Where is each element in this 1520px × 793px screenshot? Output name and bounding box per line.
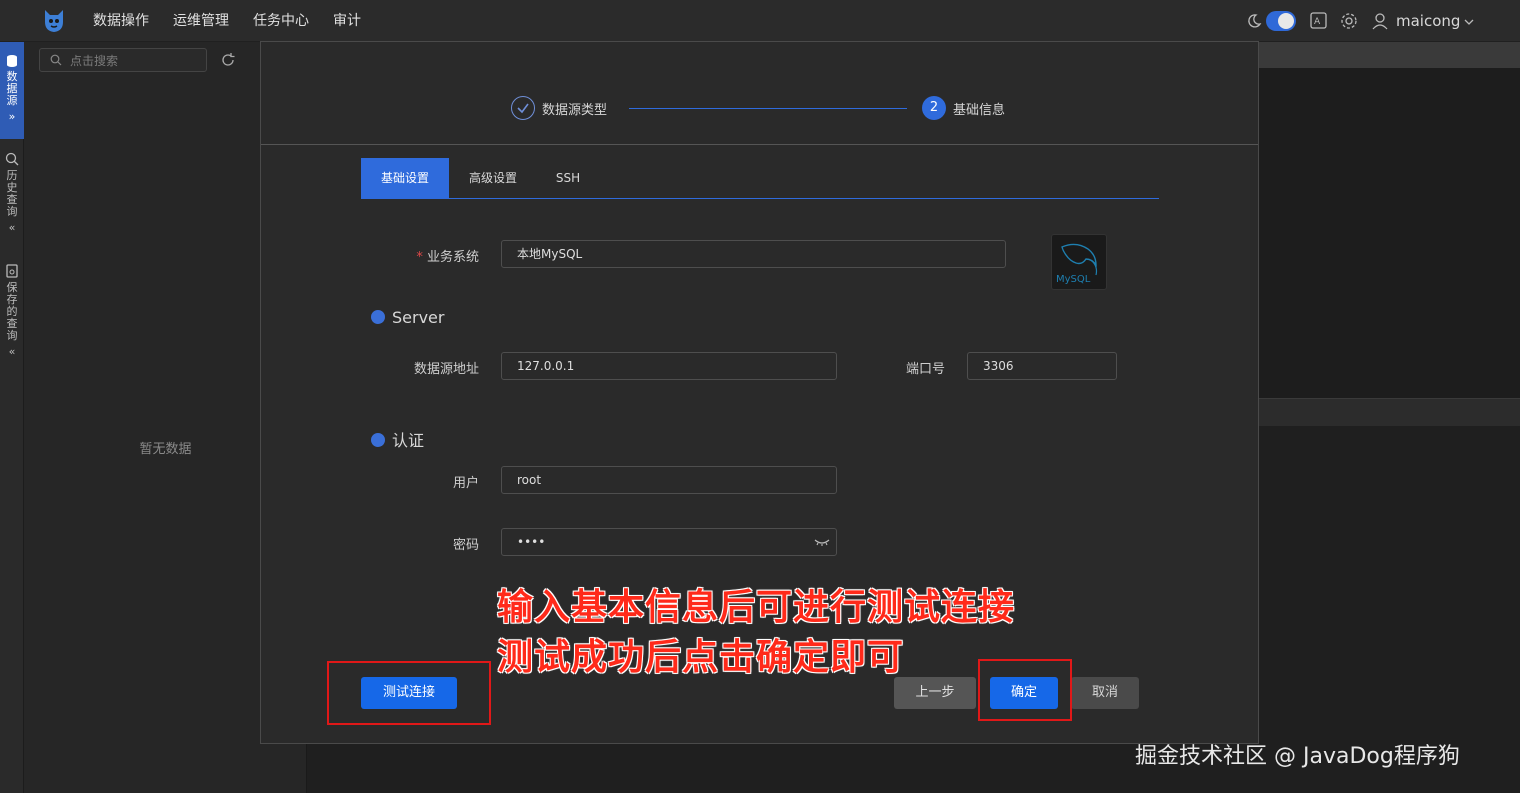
search-placeholder: 点击搜索 <box>70 54 119 68</box>
translate-icon[interactable]: A <box>1310 12 1327 29</box>
search-input[interactable]: 点击搜索 <box>39 48 207 72</box>
svg-text:A: A <box>1314 17 1321 27</box>
search-history-icon <box>5 152 19 166</box>
tab-advanced-settings[interactable]: 高级设置 <box>449 158 537 198</box>
annotation-line-1: 输入基本信息后可进行测试连接 <box>497 587 1016 628</box>
sidebar-tab-datasource[interactable]: 数据源 » <box>0 42 24 139</box>
eye-closed-icon[interactable] <box>814 537 830 547</box>
dark-mode-toggle[interactable] <box>1266 11 1296 31</box>
nav-ops-management[interactable]: 运维管理 <box>173 0 229 42</box>
business-system-input[interactable]: 本地MySQL <box>501 240 1006 268</box>
tab-basic-settings[interactable]: 基础设置 <box>361 158 449 198</box>
step-connector <box>629 108 907 109</box>
highlight-box-test <box>327 661 491 725</box>
double-chevron-right-icon: » <box>8 110 16 123</box>
editor-tabbar <box>1259 42 1520 68</box>
highlight-box-confirm <box>978 659 1072 721</box>
password-value: •••• <box>517 535 546 549</box>
sidebar-tab-label: 历史查询 <box>6 169 18 218</box>
step-2-label: 基础信息 <box>953 103 1006 118</box>
saved-query-icon <box>6 264 18 278</box>
user-label: 用户 <box>452 476 479 491</box>
host-label: 数据源地址 <box>413 362 479 377</box>
step-1-indicator <box>511 96 535 120</box>
username[interactable]: maicong <box>1396 0 1460 42</box>
user-icon <box>1372 13 1388 30</box>
server-section-text: Server <box>392 308 445 327</box>
password-input[interactable]: •••• <box>501 528 837 556</box>
mysql-logo-text: MySQL <box>1056 274 1091 285</box>
database-icon <box>7 55 17 67</box>
user-input[interactable]: root <box>501 466 837 494</box>
top-bar: 数据操作 运维管理 任务中心 审计 A maicong <box>0 0 1520 42</box>
step-1-label: 数据源类型 <box>542 103 608 118</box>
double-chevron-left-icon: « <box>8 345 16 358</box>
sidebar-tab-saved-queries[interactable]: 保存的查询 « <box>0 264 24 374</box>
step-2-indicator: 2 <box>922 96 946 120</box>
section-dot <box>371 433 385 447</box>
port-input[interactable]: 3306 <box>967 352 1117 380</box>
nav-audit[interactable]: 审计 <box>333 0 361 42</box>
divider <box>261 144 1258 145</box>
settings-tabs: 基础设置 高级设置 SSH <box>361 158 1159 199</box>
chevron-down-icon[interactable] <box>1463 17 1475 27</box>
toggle-knob <box>1278 13 1294 29</box>
search-icon <box>50 54 62 66</box>
server-section-title: Server <box>371 308 444 327</box>
editor-area <box>1259 68 1520 398</box>
watermark: 掘金技术社区 @ JavaDog程序狗 <box>1135 744 1460 769</box>
tab-ssh[interactable]: SSH <box>537 158 599 198</box>
check-icon <box>517 103 529 114</box>
cancel-button[interactable]: 取消 <box>1071 677 1139 709</box>
double-chevron-left-icon: « <box>8 221 16 234</box>
section-dot <box>371 310 385 324</box>
host-input[interactable]: 127.0.0.1 <box>501 352 837 380</box>
nav-task-center[interactable]: 任务中心 <box>253 0 309 42</box>
result-tabbar <box>1259 398 1520 426</box>
gear-icon[interactable] <box>1340 12 1358 30</box>
auth-section-title: 认证 <box>371 427 424 451</box>
mysql-logo: MySQL <box>1051 234 1107 290</box>
moon-icon <box>1248 14 1262 28</box>
auth-section-text: 认证 <box>392 431 425 450</box>
sidebar-tab-history[interactable]: 历史查询 « <box>0 152 24 252</box>
mysql-dolphin-icon: MySQL <box>1056 243 1098 285</box>
refresh-icon[interactable] <box>221 53 235 67</box>
required-asterisk: * <box>416 250 423 265</box>
password-label: 密码 <box>452 538 479 553</box>
sidebar-tab-label: 保存的查询 <box>6 281 18 342</box>
business-system-label-text: 业务系统 <box>426 250 479 265</box>
annotation-line-2: 测试成功后点击确定即可 <box>497 637 905 678</box>
sidebar-tab-label: 数据源 <box>6 70 18 107</box>
port-label: 端口号 <box>905 362 945 377</box>
previous-step-button[interactable]: 上一步 <box>894 677 976 709</box>
business-system-label: * 业务系统 <box>371 246 479 265</box>
vertical-sidebar: 数据源 » 历史查询 « 保存的查询 « <box>0 42 24 793</box>
app-logo-icon[interactable] <box>42 8 66 34</box>
nav-data-operation[interactable]: 数据操作 <box>93 0 149 42</box>
